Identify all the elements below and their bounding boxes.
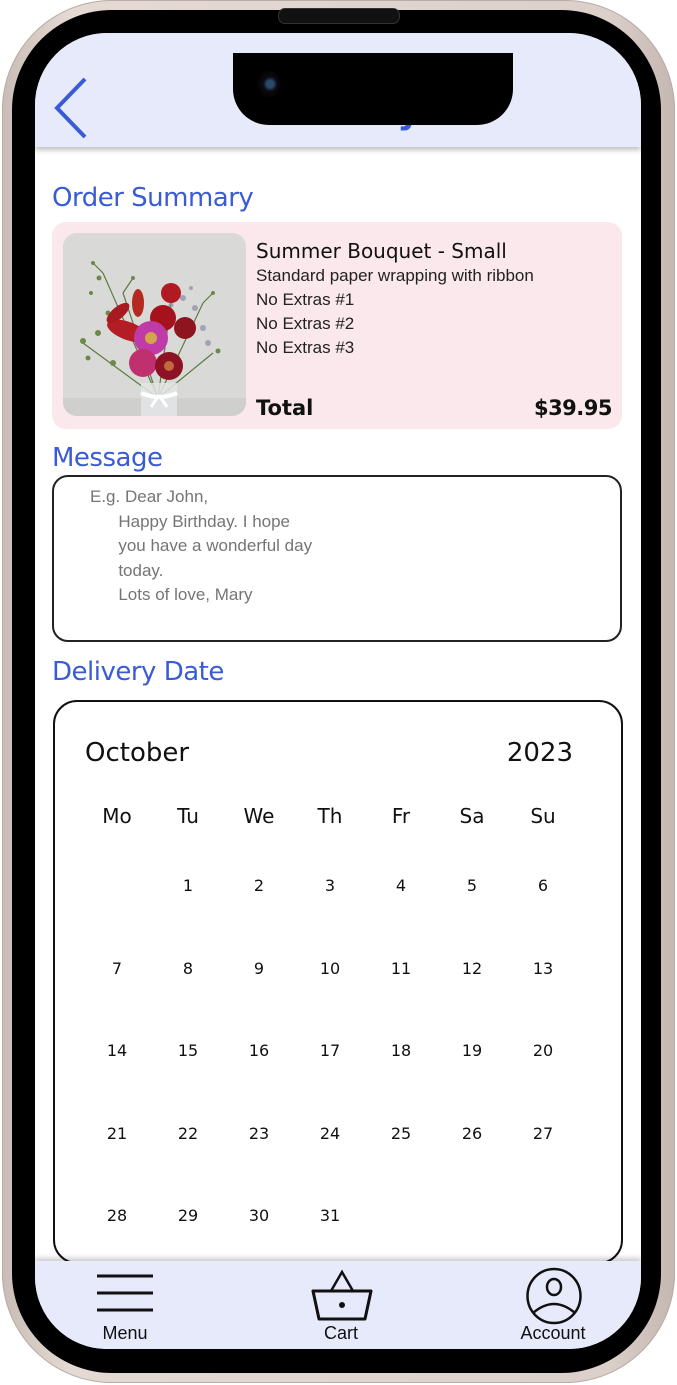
calendar-day[interactable]: 14 bbox=[95, 1034, 139, 1068]
weekday-header: Th bbox=[317, 804, 343, 828]
calendar-day[interactable]: 9 bbox=[237, 952, 281, 986]
delivery-date-heading: Delivery Date bbox=[52, 657, 224, 687]
weekday-header: Mo bbox=[102, 804, 132, 828]
calendar-day[interactable]: 20 bbox=[521, 1034, 565, 1068]
product-detail-extra-2: No Extras #2 bbox=[256, 314, 355, 333]
tab-cart[interactable]: Cart bbox=[299, 1261, 383, 1349]
tab-menu-label: Menu bbox=[102, 1323, 148, 1343]
calendar-day[interactable]: 26 bbox=[450, 1117, 494, 1151]
calendar-day[interactable]: 23 bbox=[237, 1117, 281, 1151]
weekday-header: We bbox=[243, 804, 275, 828]
product-name: Summer Bouquet - Small bbox=[256, 239, 507, 263]
tab-menu[interactable]: Menu bbox=[83, 1261, 167, 1349]
tab-cart-label: Cart bbox=[323, 1323, 358, 1343]
calendar-day[interactable]: 27 bbox=[521, 1117, 565, 1151]
calendar-day[interactable]: 28 bbox=[95, 1199, 139, 1233]
calendar-day[interactable]: 18 bbox=[379, 1034, 423, 1068]
calendar-year[interactable]: 2023 bbox=[507, 738, 573, 768]
camera-icon bbox=[258, 71, 280, 97]
calendar-day[interactable]: 16 bbox=[237, 1034, 281, 1068]
total-label: Total bbox=[256, 396, 314, 420]
calendar-day[interactable]: 11 bbox=[379, 952, 423, 986]
delivery-date-calendar: October 2023 Mo Tu We Th Fr Sa Su 1 2 3 4 5 6 7 8 9 10 11… bbox=[53, 700, 623, 1264]
weekday-header: Fr bbox=[391, 804, 411, 828]
calendar-day[interactable]: 12 bbox=[450, 952, 494, 986]
app-screen: Delivery Order Summary bbox=[35, 33, 641, 1349]
calendar-day[interactable]: 30 bbox=[237, 1199, 281, 1233]
calendar-day[interactable]: 31 bbox=[308, 1199, 352, 1233]
calendar-day[interactable]: 24 bbox=[308, 1117, 352, 1151]
tab-account[interactable]: Account bbox=[509, 1261, 597, 1349]
calendar-month[interactable]: October bbox=[85, 738, 189, 768]
speaker-grille bbox=[278, 8, 400, 24]
calendar-day[interactable]: 10 bbox=[308, 952, 352, 986]
message-input[interactable] bbox=[54, 477, 620, 640]
basket-icon bbox=[311, 1269, 373, 1321]
calendar-day[interactable]: 13 bbox=[521, 952, 565, 986]
calendar-day[interactable]: 7 bbox=[95, 952, 139, 986]
calendar-day[interactable]: 6 bbox=[521, 869, 565, 903]
hamburger-menu-icon bbox=[97, 1274, 153, 1312]
total-price: $39.95 bbox=[533, 396, 613, 420]
calendar-day[interactable]: 3 bbox=[308, 869, 352, 903]
weekday-header: Tu bbox=[177, 804, 199, 828]
product-image bbox=[63, 233, 246, 416]
message-field[interactable] bbox=[52, 475, 622, 642]
calendar-day[interactable]: 2 bbox=[237, 869, 281, 903]
order-summary-heading: Order Summary bbox=[52, 183, 254, 213]
weekday-header: Su bbox=[530, 804, 556, 828]
calendar-day[interactable]: 15 bbox=[166, 1034, 210, 1068]
user-circle-icon bbox=[526, 1267, 582, 1325]
calendar-day[interactable]: 17 bbox=[308, 1034, 352, 1068]
calendar-day[interactable]: 1 bbox=[166, 869, 210, 903]
calendar-day[interactable]: 21 bbox=[95, 1117, 139, 1151]
calendar-day[interactable]: 5 bbox=[450, 869, 494, 903]
order-summary-card: Summer Bouquet - Small Standard paper wr… bbox=[52, 222, 622, 429]
calendar-day[interactable]: 29 bbox=[166, 1199, 210, 1233]
flower-bouquet-photo bbox=[63, 233, 246, 416]
calendar-day[interactable]: 19 bbox=[450, 1034, 494, 1068]
weekday-header: Sa bbox=[459, 804, 485, 828]
tab-account-label: Account bbox=[520, 1323, 586, 1343]
product-detail-extra-3: No Extras #3 bbox=[256, 338, 355, 357]
product-detail-wrapping: Standard paper wrapping with ribbon bbox=[256, 266, 534, 285]
bottom-tab-bar: Menu Cart Account bbox=[35, 1261, 641, 1349]
product-detail-extra-1: No Extras #1 bbox=[256, 290, 355, 309]
calendar-day[interactable]: 22 bbox=[166, 1117, 210, 1151]
calendar-day[interactable]: 8 bbox=[166, 952, 210, 986]
calendar-day[interactable]: 4 bbox=[379, 869, 423, 903]
calendar-day[interactable]: 25 bbox=[379, 1117, 423, 1151]
message-heading: Message bbox=[52, 443, 163, 473]
